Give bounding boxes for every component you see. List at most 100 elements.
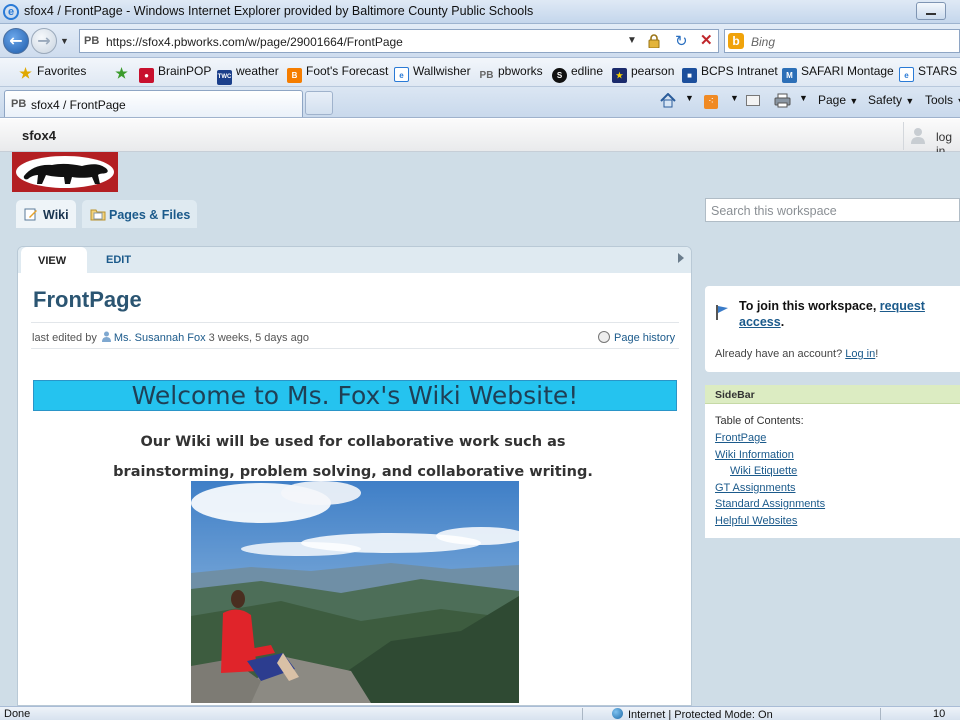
security-zone-label: Internet | Protected Mode: On bbox=[628, 709, 773, 720]
favorite-bcps-intranet[interactable]: ■ BCPS Intranet bbox=[682, 64, 778, 83]
home-dropdown-icon[interactable]: ▼ bbox=[685, 93, 694, 103]
clock-icon bbox=[598, 331, 610, 343]
tab-pages-and-files[interactable]: Pages & Files bbox=[82, 200, 197, 228]
favorite-label: STARS L bbox=[918, 64, 960, 78]
favorite-wallwisher[interactable]: e Wallwisher bbox=[394, 64, 471, 82]
print-button[interactable] bbox=[774, 93, 791, 111]
favorite-edline[interactable]: Sedline bbox=[552, 64, 603, 83]
view-edit-tabs: VIEW EDIT bbox=[18, 247, 691, 273]
account-suffix: ! bbox=[875, 348, 879, 360]
minimize-button[interactable] bbox=[916, 2, 946, 20]
recent-pages-dropdown-icon[interactable]: ▼ bbox=[60, 36, 69, 46]
chevron-down-icon: ▼ bbox=[956, 96, 960, 106]
sidebar-link-helpful-websites[interactable]: Helpful Websites bbox=[715, 515, 797, 527]
feeds-dropdown-icon[interactable]: ▼ bbox=[730, 93, 739, 103]
welcome-banner: Welcome to Ms. Fox's Wiki Website! bbox=[33, 380, 677, 411]
bing-icon: b bbox=[728, 33, 744, 49]
safety-menu[interactable]: Safety ▼ bbox=[868, 93, 914, 107]
sidebar-link-standard-assignments[interactable]: Standard Assignments bbox=[715, 498, 825, 510]
tab-wiki[interactable]: Wiki bbox=[16, 200, 76, 228]
favorite-stars[interactable]: e STARS L bbox=[899, 64, 960, 82]
sidebar-heading: SideBar bbox=[715, 389, 755, 401]
sidebar-link-gt-assignments[interactable]: GT Assignments bbox=[715, 482, 796, 494]
favorite-pearson[interactable]: ★ pearson bbox=[612, 64, 674, 83]
favorite-label: SAFARI Montage bbox=[801, 64, 894, 78]
last-edited-info: last edited by Ms. Susannah Fox 3 weeks,… bbox=[32, 331, 309, 344]
home-button[interactable] bbox=[660, 92, 676, 111]
favorite-label: pbworks bbox=[498, 64, 543, 78]
page-menu[interactable]: Page ▼ bbox=[818, 93, 858, 107]
feeds-button[interactable]: ⁖ bbox=[704, 93, 718, 109]
favorite-label: edline bbox=[571, 64, 604, 78]
sidebar-link-frontpage[interactable]: FrontPage bbox=[715, 432, 766, 444]
mail-icon bbox=[746, 95, 760, 106]
workspace-logo[interactable] bbox=[12, 152, 118, 192]
lock-icon[interactable] bbox=[647, 34, 661, 48]
url-text[interactable]: https://sfox4.pbworks.com/w/page/2900166… bbox=[106, 35, 403, 49]
forward-button[interactable]: → bbox=[31, 28, 57, 54]
security-zone[interactable]: Internet | Protected Mode: On bbox=[612, 708, 773, 720]
refresh-icon[interactable]: ↻ bbox=[675, 32, 688, 50]
favorites-button[interactable]: ★ Favorites bbox=[18, 64, 86, 81]
mountain-photo bbox=[191, 481, 519, 703]
browser-tab-frontpage[interactable]: PB sfox4 / FrontPage bbox=[4, 90, 303, 117]
page-menu-label: Page bbox=[818, 93, 847, 107]
tab-favicon: PB bbox=[11, 98, 27, 110]
search-box[interactable]: b Bing bbox=[724, 29, 960, 53]
chevron-down-icon: ▼ bbox=[905, 96, 915, 106]
print-dropdown-icon[interactable]: ▼ bbox=[799, 93, 808, 103]
favorites-label: Favorites bbox=[37, 64, 87, 78]
site-favicon: PB bbox=[84, 35, 100, 47]
expand-arrow-icon[interactable] bbox=[678, 253, 684, 263]
tab-edit[interactable]: EDIT bbox=[90, 247, 150, 273]
new-tab-button[interactable] bbox=[305, 91, 333, 115]
zoom-level[interactable]: 10 bbox=[933, 708, 945, 720]
favorite-foots-forecast[interactable]: B Foot's Forecast bbox=[287, 64, 388, 83]
favorite-weather[interactable]: TWC weather bbox=[217, 64, 279, 85]
author-link[interactable]: Ms. Susannah Fox bbox=[114, 332, 206, 344]
favorite-pbworks[interactable]: PB pbworks bbox=[479, 64, 543, 83]
internet-explorer-icon: e bbox=[3, 4, 19, 20]
workspace-search-input[interactable]: Search this workspace bbox=[705, 198, 960, 222]
last-edited-time: 3 weeks, 5 days ago bbox=[208, 332, 309, 344]
address-dropdown-icon[interactable]: ▼ bbox=[627, 35, 637, 46]
globe-icon bbox=[612, 708, 623, 719]
safety-menu-label: Safety bbox=[868, 93, 903, 107]
tab-pages-label: Pages & Files bbox=[109, 208, 191, 222]
divider bbox=[31, 322, 679, 323]
sidebar-link-wiki-etiquette[interactable]: Wiki Etiquette bbox=[730, 465, 797, 477]
favorite-label: pearson bbox=[631, 64, 675, 78]
edline-icon: S bbox=[552, 68, 567, 83]
stop-icon[interactable]: ✕ bbox=[700, 31, 713, 49]
tab-view[interactable]: VIEW bbox=[21, 247, 87, 273]
back-button[interactable]: ← bbox=[3, 28, 29, 54]
tab-wiki-label: Wiki bbox=[43, 208, 69, 222]
intro-text-line-2: brainstorming, problem solving, and coll… bbox=[113, 464, 593, 480]
address-toolbar: ← → ▼ PB https://sfox4.pbworks.com/w/pag… bbox=[0, 24, 960, 58]
chevron-down-icon: ▼ bbox=[849, 96, 859, 106]
add-favorite-icon[interactable]: ★ bbox=[114, 64, 133, 81]
intro-text-line-1: Our Wiki will be used for collaborative … bbox=[140, 434, 566, 450]
bcps-icon: ■ bbox=[682, 68, 697, 83]
window-title: sfox4 / FrontPage - Windows Internet Exp… bbox=[24, 4, 534, 18]
tab-view-label: VIEW bbox=[38, 255, 67, 267]
login-button[interactable]: log in bbox=[903, 122, 960, 158]
tools-menu[interactable]: Tools ▼ bbox=[925, 93, 960, 107]
join-message: To join this workspace, request access. bbox=[739, 298, 954, 330]
join-suffix: . bbox=[780, 315, 785, 329]
workspace-name[interactable]: sfox4 bbox=[22, 128, 56, 143]
pb-icon: PB bbox=[479, 70, 494, 81]
star-icon: ★ bbox=[19, 65, 32, 81]
page-history-link[interactable]: Page history bbox=[598, 331, 675, 344]
status-text: Done bbox=[4, 708, 31, 720]
read-mail-button[interactable] bbox=[746, 93, 760, 109]
pearson-icon: ★ bbox=[612, 68, 627, 83]
workspace-header: sfox4 log in bbox=[0, 119, 960, 158]
log-in-link[interactable]: Log in bbox=[845, 348, 875, 360]
sidebar-link-wiki-information[interactable]: Wiki Information bbox=[715, 449, 794, 461]
account-message: Already have an account? Log in! bbox=[715, 348, 878, 360]
address-bar[interactable]: PB https://sfox4.pbworks.com/w/page/2900… bbox=[79, 29, 719, 53]
favorite-brainpop[interactable]: ● BrainPOP bbox=[139, 64, 211, 83]
favorite-safari-montage[interactable]: M SAFARI Montage bbox=[782, 64, 894, 83]
page-content-card: VIEW EDIT FrontPage last edited by Ms. S… bbox=[17, 246, 692, 706]
